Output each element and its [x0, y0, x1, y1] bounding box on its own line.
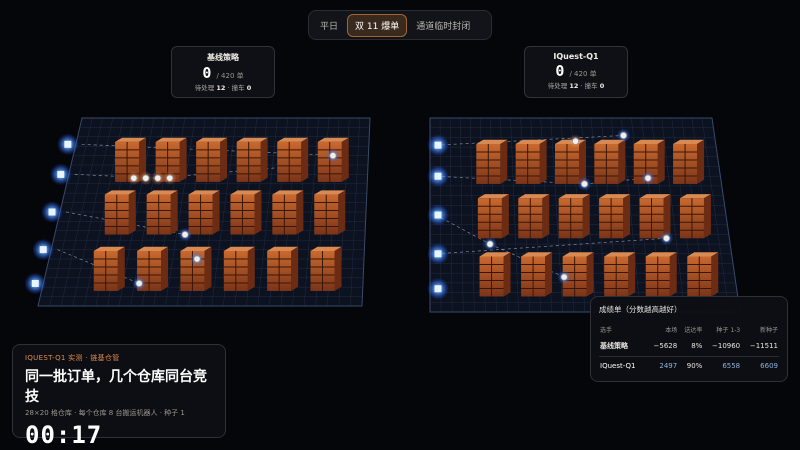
robot-icon [577, 176, 592, 191]
tab-weekday[interactable]: 平日 [313, 14, 345, 37]
leaderboard-panel: 成绩单（分数越高越好） 选手 本场 送达率 种子 1-3 新种子 基线策略 −5… [590, 296, 788, 382]
order-total: / 420 单 [569, 70, 597, 78]
shelf-icon [555, 139, 587, 184]
order-total: / 420 单 [216, 72, 244, 80]
shelf-icon [310, 246, 342, 291]
shelf-icon [518, 194, 550, 239]
warehouse-name: 基线策略 [207, 53, 239, 62]
score-cell: −11511 [741, 336, 779, 357]
robot-icon [138, 171, 153, 186]
player-name: 基线策略 [599, 336, 646, 357]
score-cell: 6558 [722, 362, 741, 370]
shelf-icon [196, 137, 228, 182]
player-name: IQuest-Q1 [600, 362, 636, 370]
robot-icon [568, 134, 583, 149]
intro-card: IQUEST-Q1 实测 · 链基仓管 同一批订单，几个仓库同台竞技 28×20… [12, 344, 226, 449]
scenario-tabs: 平日 双 11 爆单 通道临时封闭 [308, 10, 492, 40]
shelf-icon [476, 139, 508, 184]
shelf-icon [479, 252, 511, 297]
column-header: 种子 1-3 [716, 327, 741, 334]
leaderboard-table: 选手 本场 送达率 种子 1-3 新种子 基线策略 −5628 8% −1096… [599, 323, 779, 375]
shelf-icon [679, 194, 711, 239]
robot-icon [162, 171, 177, 186]
robot-icon [178, 227, 193, 242]
status-line: 待处理 12 · 撞车 0 [194, 84, 252, 92]
column-header: 选手 [600, 327, 613, 334]
pending-count: 12 [216, 84, 226, 92]
tab-aisle-closed[interactable]: 通道临时封闭 [409, 14, 477, 37]
robot-icon [557, 270, 572, 285]
shelf-icon [223, 246, 255, 291]
robot-icon [659, 231, 674, 246]
dock-light-icon [32, 238, 55, 261]
dock-light-icon [41, 201, 63, 223]
shelf-icon [267, 246, 299, 291]
robot-icon [483, 237, 498, 252]
shelf-icon [146, 190, 178, 235]
shelf-icon [314, 190, 346, 235]
intro-description: 28×20 格仓库 · 每个仓库 8 台搬运机器人 · 种子 1 [25, 409, 185, 417]
intro-kicker: IQUEST-Q1 实测 · 链基仓管 [25, 354, 120, 362]
dock-light-icon [427, 204, 449, 226]
shelf-icon [599, 194, 631, 239]
table-row: IQuest-Q1 2497 90% 6558 6609 [599, 357, 779, 376]
shelf-icon [236, 137, 268, 182]
score-cell: 8% [678, 336, 704, 357]
leaderboard-title: 成绩单（分数越高越好） [599, 305, 682, 314]
robot-icon [132, 276, 147, 291]
shelf-icon [277, 137, 309, 182]
warehouse-name: IQuest-Q1 [553, 52, 599, 61]
pending-count: 12 [569, 82, 579, 90]
score-card-baseline: 基线策略 0 / 420 单 待处理 12 · 撞车 0 [171, 46, 275, 98]
warehouse-floor-iquest [427, 117, 741, 313]
dock-light-icon [427, 277, 449, 300]
robot-icon [190, 252, 205, 266]
shelf-icon [673, 139, 705, 184]
shelf-icon [645, 252, 677, 297]
dock-light-icon [427, 242, 449, 265]
shelf-icon [104, 190, 136, 235]
shelf-icon [272, 190, 304, 235]
shelf-icon [230, 190, 262, 235]
score-cell: −10960 [703, 336, 742, 357]
table-row: 基线策略 −5628 8% −10960 −11511 [599, 336, 779, 357]
collision-count: 0 [246, 84, 252, 92]
score-cell: −5628 [646, 336, 679, 357]
score-card-iquest: IQuest-Q1 0 / 420 单 待处理 12 · 撞车 0 [524, 46, 628, 98]
robot-icon [150, 171, 165, 186]
robot-icon [616, 128, 631, 143]
column-header: 新种子 [759, 327, 778, 334]
delivered-count: 0 [202, 64, 212, 82]
shelf-icon [93, 246, 125, 291]
tab-double-11[interactable]: 双 11 爆单 [347, 13, 408, 37]
dock-light-icon [49, 163, 72, 186]
elapsed-timer: 00:17 [25, 421, 103, 449]
dock-light-icon [56, 133, 79, 156]
warehouse-floor-baseline [24, 117, 371, 307]
score-cell: 2497 [659, 362, 678, 370]
status-line: 待处理 12 · 撞车 0 [547, 82, 605, 90]
column-header: 本场 [665, 327, 678, 334]
dock-light-icon [24, 272, 47, 295]
shelf-icon [515, 139, 547, 184]
robot-icon [641, 171, 656, 186]
score-cell: 6609 [760, 362, 778, 370]
column-header: 送达率 [684, 327, 703, 334]
score-cell: 90% [686, 362, 703, 370]
robot-icon [325, 148, 340, 163]
shelf-icon [594, 139, 626, 184]
collision-count: 0 [599, 82, 605, 90]
shelf-icon [521, 252, 553, 297]
delivered-count: 0 [555, 62, 565, 80]
dock-light-icon [427, 165, 449, 188]
robot-icon [126, 171, 141, 186]
shelf-icon [188, 190, 220, 235]
dock-light-icon [427, 134, 449, 157]
shelf-icon [477, 194, 509, 239]
shelf-icon [687, 252, 719, 297]
shelf-icon [604, 252, 636, 297]
shelf-icon [558, 194, 590, 239]
intro-headline: 同一批订单，几个仓库同台竞技 [25, 369, 207, 405]
